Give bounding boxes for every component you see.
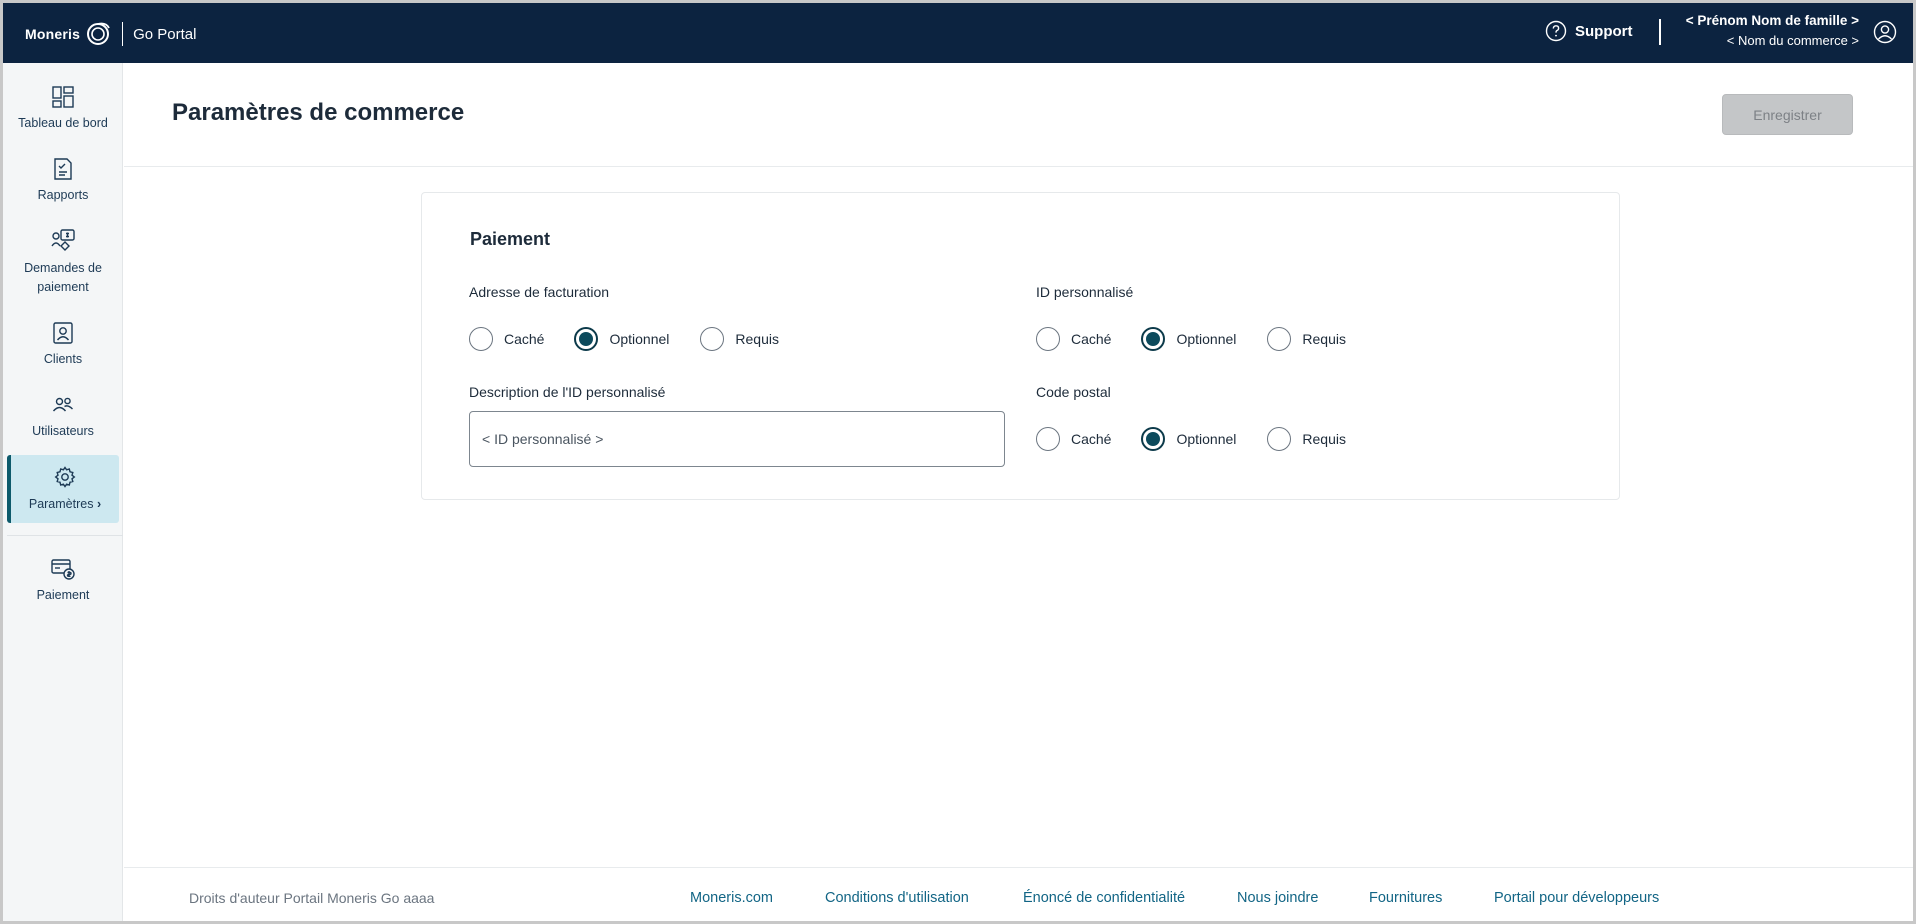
footer-link-privacy[interactable]: Énoncé de confidentialité [1023, 890, 1185, 906]
user-info[interactable]: < Prénom Nom de famille > < Nom du comme… [1686, 13, 1859, 48]
page-title: Paramètres de commerce [172, 99, 465, 126]
payment-settings-card: Paiement Adresse de facturation Caché Op… [421, 192, 1620, 500]
radio-label: Optionnel [1176, 431, 1237, 447]
footer-link-terms[interactable]: Conditions d'utilisation [825, 890, 969, 906]
radio-button[interactable] [574, 327, 599, 351]
radio-label: Optionnel [609, 331, 670, 347]
sidebar-item-label: Demandes de paiement [24, 261, 102, 294]
custom-id-required-option[interactable]: Requis [1267, 327, 1346, 351]
sidebar-item-label-wrap: Paramètres › [29, 495, 101, 514]
sidebar-divider [7, 535, 123, 536]
billing-address-required-option[interactable]: Requis [700, 327, 779, 351]
sidebar-item-label: Paramètres [28, 497, 94, 511]
moneris-swirl-icon [87, 22, 110, 45]
sidebar-item-settings[interactable]: Paramètres › [7, 455, 119, 523]
app-window: Moneris Go Portal Support < Prénom Nom d… [0, 0, 1916, 924]
payment-icon [49, 555, 77, 582]
logo-text: Moneris [25, 26, 81, 42]
user-avatar-icon[interactable] [1873, 20, 1897, 44]
custom-id-hidden-option[interactable]: Caché [1036, 327, 1111, 351]
help-circle-icon [1545, 20, 1567, 42]
radio-label: Requis [735, 331, 779, 347]
custom-id-optional-option[interactable]: Optionnel [1141, 327, 1236, 351]
support-link[interactable]: Support [1545, 20, 1633, 42]
postal-code-label: Code postal [1036, 384, 1111, 400]
radio-button[interactable] [1267, 427, 1292, 451]
billing-address-label: Adresse de facturation [469, 284, 610, 300]
postal-code-radio-group: Caché Optionnel Requis [1036, 425, 1346, 453]
footer-link-moneris[interactable]: Moneris.com [690, 890, 773, 906]
radio-label: Caché [1071, 331, 1112, 347]
radio-button[interactable] [1267, 327, 1292, 351]
sidebar-item-reports[interactable]: Rapports [7, 155, 119, 205]
gear-icon [51, 463, 79, 491]
sidebar-item-clients[interactable]: Clients [7, 319, 119, 369]
radio-button[interactable] [1141, 427, 1166, 451]
logo-divider [122, 22, 124, 46]
billing-address-radio-group: Caché Optionnel Requis [469, 325, 779, 353]
custom-id-description-label: Description de l'ID personnalisé [469, 384, 666, 400]
postal-code-required-option[interactable]: Requis [1267, 427, 1346, 451]
custom-id-description-input[interactable] [469, 411, 1005, 467]
sidebar-item-dashboard[interactable]: Tableau de bord [7, 83, 119, 133]
radio-button[interactable] [1036, 327, 1060, 351]
radio-label: Caché [504, 331, 545, 347]
footer-link-supplies[interactable]: Fournitures [1369, 890, 1442, 906]
users-icon [49, 391, 77, 418]
sidebar-item-label: Rapports [37, 188, 89, 202]
custom-id-label: ID personnalisé [1036, 284, 1134, 300]
sidebar-item-users[interactable]: Utilisateurs [7, 391, 119, 441]
top-bar: Moneris Go Portal Support < Prénom Nom d… [3, 3, 1913, 63]
radio-label: Requis [1302, 331, 1346, 347]
business-name: < Nom du commerce > [1726, 33, 1859, 48]
billing-address-optional-option[interactable]: Optionnel [574, 327, 669, 351]
copyright-text: Droits d'auteur Portail Moneris Go aaaa [189, 890, 435, 906]
chevron-right-icon: › [96, 497, 102, 511]
postal-code-optional-option[interactable]: Optionnel [1141, 427, 1236, 451]
custom-id-radio-group: Caché Optionnel Requis [1036, 325, 1346, 353]
postal-code-hidden-option[interactable]: Caché [1036, 427, 1111, 451]
sidebar-item-label: Clients [43, 352, 83, 366]
dashboard-icon [49, 83, 77, 110]
sidebar: Tableau de bord Rapports Demandes de pai… [3, 63, 123, 921]
sidebar-item-label: Paiement [36, 588, 90, 602]
card-title: Paiement [470, 229, 551, 249]
radio-label: Caché [1071, 431, 1112, 447]
footer: Droits d'auteur Portail Moneris Go aaaa … [124, 867, 1913, 921]
radio-button[interactable] [700, 327, 725, 351]
reports-icon [49, 155, 77, 182]
page-header: Paramètres de commerce Enregistrer [124, 63, 1913, 167]
billing-address-hidden-option[interactable]: Caché [469, 327, 544, 351]
radio-button[interactable] [1036, 427, 1060, 451]
payment-request-icon [49, 227, 77, 255]
logo[interactable]: Moneris Go Portal [25, 19, 196, 49]
support-label: Support [1575, 22, 1633, 40]
footer-link-developers[interactable]: Portail pour développeurs [1494, 890, 1659, 906]
radio-button[interactable] [1141, 327, 1166, 351]
radio-label: Optionnel [1176, 331, 1237, 347]
sidebar-item-payment-requests[interactable]: Demandes de paiement [7, 227, 119, 297]
product-name: Go Portal [133, 25, 197, 43]
clients-icon [49, 319, 77, 346]
sidebar-item-payment[interactable]: Paiement [7, 555, 119, 605]
sidebar-item-label: Tableau de bord [18, 116, 108, 130]
save-button[interactable]: Enregistrer [1722, 94, 1853, 135]
user-name: < Prénom Nom de famille > [1685, 13, 1859, 28]
sidebar-item-label: Utilisateurs [32, 424, 94, 438]
radio-label: Requis [1302, 431, 1346, 447]
radio-button[interactable] [469, 327, 493, 351]
footer-link-contact[interactable]: Nous joindre [1237, 890, 1318, 906]
header-divider [1659, 19, 1661, 45]
